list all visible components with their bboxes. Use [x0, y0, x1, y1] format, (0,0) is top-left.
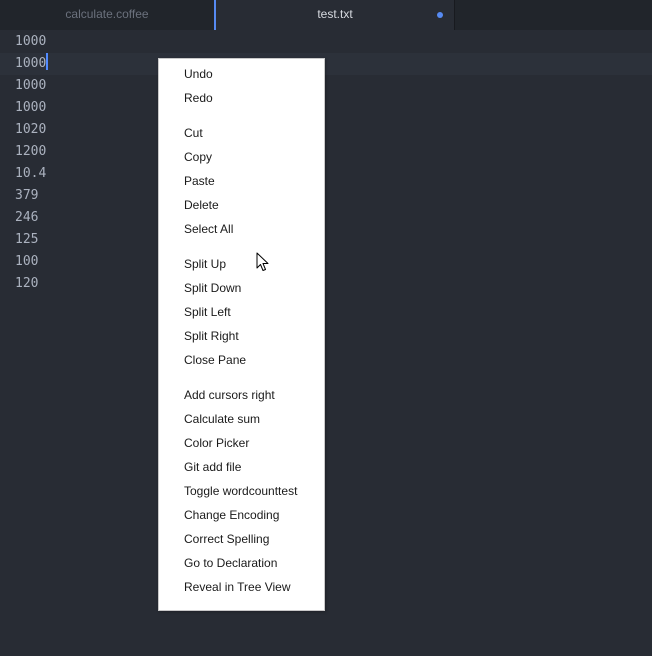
line-text: 1000: [15, 100, 47, 115]
editor-line[interactable]: 10.4: [0, 163, 652, 185]
text-editor[interactable]: 1000 1000 1000 1000 1020 1200 10.4 379 2…: [0, 31, 652, 656]
editor-line[interactable]: 1020: [0, 119, 652, 141]
menu-item-calculate-sum[interactable]: Calculate sum: [159, 407, 324, 431]
editor-line-active[interactable]: 1000: [0, 53, 652, 75]
tab-label: calculate.coffee: [65, 7, 149, 21]
menu-item-reveal-in-tree-view[interactable]: Reveal in Tree View: [159, 575, 324, 599]
menu-item-split-right[interactable]: Split Right: [159, 324, 324, 348]
line-text: 125: [15, 232, 39, 247]
line-text: 246: [15, 210, 39, 225]
menu-item-change-encoding[interactable]: Change Encoding: [159, 503, 324, 527]
menu-item-split-up[interactable]: Split Up: [159, 252, 324, 276]
line-text: 1000: [15, 56, 47, 71]
menu-item-redo[interactable]: Redo: [159, 86, 324, 110]
editor-line[interactable]: 1000: [0, 31, 652, 53]
editor-line[interactable]: 246: [0, 207, 652, 229]
editor-line[interactable]: 379: [0, 185, 652, 207]
editor-line[interactable]: 120: [0, 273, 652, 295]
line-text: 1000: [15, 78, 47, 93]
line-text: 120: [15, 276, 39, 291]
mouse-pointer-icon: [256, 252, 269, 271]
context-menu: Undo Redo Cut Copy Paste Delete Select A…: [158, 58, 325, 611]
menu-item-split-down[interactable]: Split Down: [159, 276, 324, 300]
menu-item-correct-spelling[interactable]: Correct Spelling: [159, 527, 324, 551]
menu-item-paste[interactable]: Paste: [159, 169, 324, 193]
text-cursor: [46, 53, 49, 70]
menu-item-toggle-wordcounttest[interactable]: Toggle wordcounttest: [159, 479, 324, 503]
menu-item-split-left[interactable]: Split Left: [159, 300, 324, 324]
editor-line[interactable]: 1000: [0, 97, 652, 119]
line-text: 10.4: [15, 166, 47, 181]
menu-item-delete[interactable]: Delete: [159, 193, 324, 217]
line-text: 1000: [15, 34, 47, 49]
menu-item-go-to-declaration[interactable]: Go to Declaration: [159, 551, 324, 575]
menu-item-copy[interactable]: Copy: [159, 145, 324, 169]
line-text: 1020: [15, 122, 47, 137]
menu-item-select-all[interactable]: Select All: [159, 217, 324, 241]
line-text: 1200: [15, 144, 47, 159]
tab-bar-empty-area[interactable]: [455, 0, 652, 30]
menu-item-undo[interactable]: Undo: [159, 62, 324, 86]
editor-line[interactable]: 100: [0, 251, 652, 273]
tab-calculate-coffee[interactable]: calculate.coffee: [0, 0, 214, 30]
menu-item-git-add-file[interactable]: Git add file: [159, 455, 324, 479]
modified-indicator-icon: [437, 12, 443, 18]
editor-line[interactable]: 1000: [0, 75, 652, 97]
tab-bar: calculate.coffee test.txt: [0, 0, 652, 30]
editor-line[interactable]: 125: [0, 229, 652, 251]
menu-item-cut[interactable]: Cut: [159, 121, 324, 145]
tab-label: test.txt: [317, 7, 353, 21]
editor-line[interactable]: 1200: [0, 141, 652, 163]
line-text: 100: [15, 254, 39, 269]
menu-item-add-cursors-right[interactable]: Add cursors right: [159, 383, 324, 407]
tab-test-txt[interactable]: test.txt: [214, 0, 455, 30]
menu-item-close-pane[interactable]: Close Pane: [159, 348, 324, 372]
line-text: 379: [15, 188, 39, 203]
menu-item-color-picker[interactable]: Color Picker: [159, 431, 324, 455]
